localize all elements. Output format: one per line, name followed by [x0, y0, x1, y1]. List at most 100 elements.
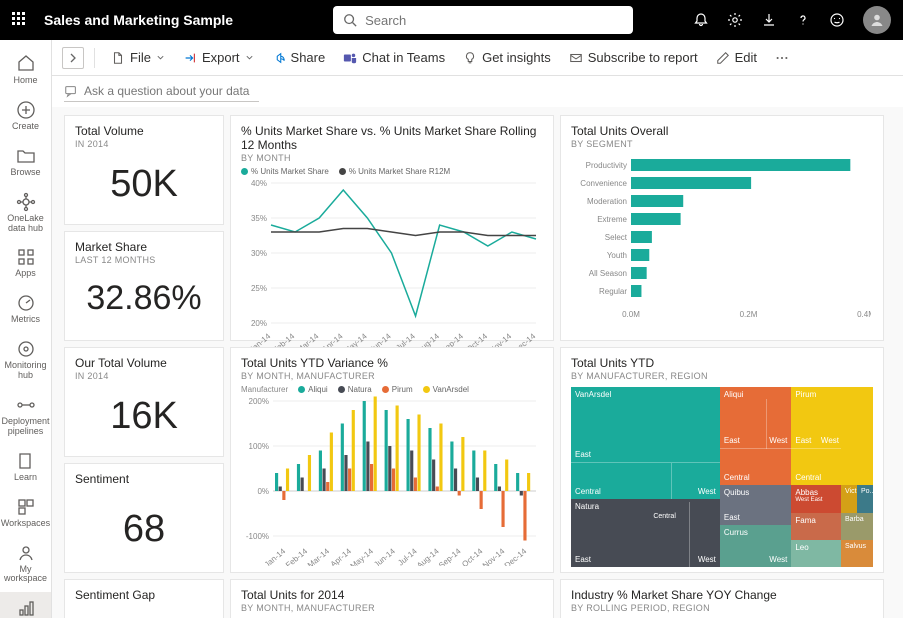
bulb-icon	[463, 51, 477, 65]
nav-item-learn[interactable]: Learn	[0, 445, 52, 491]
plus-circle-icon	[16, 100, 36, 120]
svg-text:0.4M: 0.4M	[857, 310, 871, 319]
nav-label: Monitoring hub	[0, 361, 52, 381]
tile-title: Total Units for 2014	[241, 588, 543, 602]
nav-label: Home	[13, 76, 37, 86]
tile-subtitle: IN 2014	[75, 139, 213, 149]
svg-text:Productivity: Productivity	[586, 161, 627, 170]
report-toolbar: File Export Share Chat in Teams Get insi…	[52, 40, 903, 76]
get-insights-button[interactable]: Get insights	[457, 46, 557, 69]
search-icon	[343, 13, 357, 27]
tile-subtitle: BY MONTH, MANUFACTURER	[241, 371, 543, 381]
share-button[interactable]: Share	[266, 46, 332, 69]
tile-title: Our Total Volume	[75, 356, 213, 370]
tile-sentiment-gap[interactable]: Sentiment Gap	[64, 579, 224, 618]
svg-text:30%: 30%	[251, 249, 267, 258]
notifications-icon[interactable]	[693, 12, 709, 28]
tile-market-share[interactable]: Market Share LAST 12 MONTHS 32.86%	[64, 231, 224, 341]
tile-our-total-volume[interactable]: Our Total Volume IN 2014 16K	[64, 347, 224, 457]
tile-market-share-line[interactable]: % Units Market Share vs. % Units Market …	[230, 115, 554, 341]
qna-placeholder: Ask a question about your data	[84, 84, 249, 98]
kpi-value: 50K	[75, 163, 213, 206]
nav-label: My workspace	[0, 565, 52, 585]
tile-sentiment[interactable]: Sentiment 68	[64, 463, 224, 573]
user-avatar[interactable]	[863, 6, 891, 34]
nav-label: Apps	[15, 269, 36, 279]
teams-icon	[343, 51, 357, 65]
svg-text:0%: 0%	[257, 487, 269, 496]
top-bar: Sales and Marketing Sample	[0, 0, 903, 40]
legend-label: Manufacturer	[241, 385, 288, 394]
svg-text:Mar-14: Mar-14	[295, 331, 321, 348]
svg-text:Regular: Regular	[599, 287, 627, 296]
nav-item-create[interactable]: Create	[0, 94, 52, 140]
settings-icon[interactable]	[727, 12, 743, 28]
export-menu[interactable]: Export	[177, 46, 260, 69]
legend-item: Natura	[348, 385, 372, 394]
more-options-button[interactable]	[769, 47, 795, 69]
svg-text:Sep-14: Sep-14	[437, 546, 463, 566]
hub-icon	[16, 192, 36, 212]
chart-legend: Manufacturer Aliqui Natura Pirum VanArsd…	[241, 385, 543, 394]
tile-title: Sentiment	[75, 472, 213, 486]
svg-text:40%: 40%	[251, 179, 267, 188]
tile-total-volume[interactable]: Total Volume IN 2014 50K	[64, 115, 224, 225]
nav-label: Learn	[14, 473, 37, 483]
nav-label: Deployment pipelines	[0, 417, 52, 437]
tile-ytd-variance[interactable]: Total Units YTD Variance % BY MONTH, MAN…	[230, 347, 554, 573]
subscribe-label: Subscribe to report	[588, 50, 698, 65]
tile-title: Total Units YTD	[571, 356, 873, 370]
qna-icon	[64, 84, 78, 98]
app-launcher-icon[interactable]	[12, 12, 28, 28]
nav-item-apps[interactable]: Apps	[0, 241, 52, 287]
chat-teams-button[interactable]: Chat in Teams	[337, 46, 451, 69]
nav-label: Metrics	[11, 315, 40, 325]
tile-subtitle: BY MONTH	[241, 153, 543, 163]
search-input[interactable]	[365, 13, 623, 28]
apps-icon	[16, 247, 36, 267]
export-label: Export	[202, 50, 240, 65]
expand-pane-button[interactable]	[62, 47, 84, 69]
nav-item-monitoring-hub[interactable]: Monitoring hub	[0, 333, 52, 389]
tile-title: Market Share	[75, 240, 213, 254]
feedback-icon[interactable]	[829, 12, 845, 28]
nav-item-home[interactable]: Home	[0, 48, 52, 94]
svg-text:Jun-14: Jun-14	[368, 331, 393, 348]
chevron-down-icon	[245, 53, 254, 62]
svg-text:200%: 200%	[249, 397, 269, 406]
svg-text:Extreme: Extreme	[597, 215, 627, 224]
edit-button[interactable]: Edit	[710, 46, 763, 69]
workspaces-icon	[16, 497, 36, 517]
tile-treemap[interactable]: Total Units YTD BY MANUFACTURER, REGION …	[560, 347, 884, 573]
tile-total-units-2014[interactable]: Total Units for 2014 BY MONTH, MANUFACTU…	[230, 579, 554, 618]
tile-subtitle: BY SEGMENT	[571, 139, 873, 149]
folder-icon	[16, 146, 36, 166]
report-canvas: Total Volume IN 2014 50K % Units Market …	[52, 107, 903, 618]
download-icon[interactable]	[761, 12, 777, 28]
help-icon[interactable]	[795, 12, 811, 28]
svg-text:Sep-14: Sep-14	[439, 331, 465, 348]
qna-input[interactable]: Ask a question about your data	[64, 84, 259, 102]
nav-item-my-workspace[interactable]: My workspace	[0, 537, 52, 593]
svg-text:Jan-14: Jan-14	[248, 331, 273, 348]
svg-text:Aug-14: Aug-14	[415, 331, 441, 348]
nav-item-deployment-pipelines[interactable]: Deployment pipelines	[0, 389, 52, 445]
chevron-down-icon	[156, 53, 165, 62]
share-icon	[272, 51, 286, 65]
svg-text:May-14: May-14	[342, 331, 369, 348]
search-box[interactable]	[333, 6, 633, 34]
tile-yoy-change[interactable]: Industry % Market Share YOY Change BY RO…	[560, 579, 884, 618]
tile-title: Total Units YTD Variance %	[241, 356, 543, 370]
file-icon	[111, 51, 125, 65]
nav-item-sales-and-marketing-[interactable]: Sales and Marketing...	[0, 592, 52, 618]
svg-text:Oct-14: Oct-14	[465, 331, 490, 348]
nav-item-onelake-data-hub[interactable]: OneLake data hub	[0, 186, 52, 242]
nav-item-workspaces[interactable]: Workspaces	[0, 491, 52, 537]
subscribe-button[interactable]: Subscribe to report	[563, 46, 704, 69]
chat-label: Chat in Teams	[362, 50, 445, 65]
tile-total-units-segment[interactable]: Total Units Overall BY SEGMENT Productiv…	[560, 115, 884, 341]
file-menu[interactable]: File	[105, 46, 171, 69]
nav-item-browse[interactable]: Browse	[0, 140, 52, 186]
nav-item-metrics[interactable]: Metrics	[0, 287, 52, 333]
legend-item: Aliqui	[308, 385, 328, 394]
